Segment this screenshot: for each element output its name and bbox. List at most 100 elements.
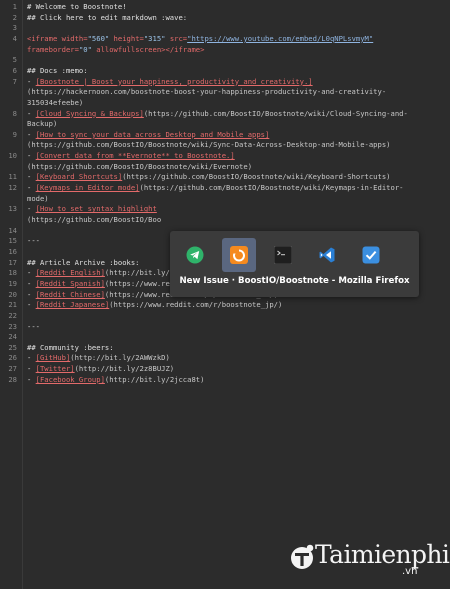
code-token: - bbox=[27, 76, 36, 86]
code-token: mode) bbox=[27, 193, 49, 203]
code-line[interactable]: - [Convert data from **Evernote** to Boo… bbox=[27, 151, 446, 161]
line-number: 20 bbox=[8, 289, 17, 299]
line-number: 3 bbox=[12, 23, 17, 33]
code-token: - bbox=[27, 300, 36, 310]
code-token: <iframe bbox=[27, 33, 62, 43]
code-token: ></iframe> bbox=[161, 44, 205, 54]
markdown-link-text[interactable]: [How to set syntax highlight bbox=[36, 204, 157, 213]
code-line[interactable]: (https://github.com/BoostIO/Boostnote/wi… bbox=[27, 140, 446, 150]
code-token: "315" bbox=[143, 33, 166, 43]
markdown-link-text[interactable]: [Reddit English] bbox=[36, 268, 105, 277]
line-number: 27 bbox=[8, 364, 17, 374]
code-line[interactable]: ## Docs :memo: bbox=[27, 66, 446, 76]
code-line[interactable]: # Welcome to Boostnote! bbox=[27, 2, 446, 12]
markdown-link-text[interactable]: [Twitter] bbox=[36, 364, 75, 373]
code-token: (https://github.com/BoostIO/Boo bbox=[27, 215, 162, 224]
markdown-link-text[interactable]: [Facebook Group] bbox=[36, 375, 105, 384]
code-line[interactable]: ## Community :beers: bbox=[27, 343, 446, 353]
markdown-link-text[interactable]: [Reddit Spanish] bbox=[36, 279, 105, 288]
code-token: Backup) bbox=[27, 119, 58, 129]
code-line[interactable]: 315034efeebe) bbox=[27, 98, 446, 108]
vscode-icon bbox=[319, 247, 335, 263]
markdown-link-text[interactable]: [Keymaps in Editor mode] bbox=[36, 183, 140, 192]
app-switcher-item-telegram[interactable] bbox=[178, 238, 212, 272]
code-line[interactable]: mode) bbox=[27, 194, 446, 204]
line-number: 26 bbox=[8, 353, 17, 363]
code-line[interactable]: - [Facebook Group](http://bit.ly/2jcca8t… bbox=[27, 375, 446, 385]
app-switcher-item-terminal[interactable] bbox=[266, 238, 300, 272]
code-token: (https://www.reddit.com/r/boostnote_jp/) bbox=[109, 300, 283, 310]
code-line[interactable]: - [Boostnote | Boost your happiness, pro… bbox=[27, 77, 446, 87]
code-token: --- bbox=[27, 236, 40, 246]
code-line[interactable]: - [Keymaps in Editor mode](https://githu… bbox=[27, 183, 446, 193]
code-line[interactable]: (https://github.com/BoostIO/Boostnote/wi… bbox=[27, 162, 446, 172]
app-switcher-item-vscode[interactable] bbox=[310, 238, 344, 272]
code-token: ## Docs :memo: bbox=[27, 65, 88, 75]
firefox-icon bbox=[230, 246, 248, 264]
code-line[interactable]: - [GitHub](http://bit.ly/2AWWzkD) bbox=[27, 353, 446, 363]
code-line[interactable]: (https://hackernoon.com/boostnote-boost-… bbox=[27, 87, 446, 97]
line-number: 4 bbox=[12, 33, 17, 43]
watermark-text: Taimienphi bbox=[315, 540, 450, 569]
line-number: 19 bbox=[8, 278, 17, 288]
code-token: ## Click here to edit markdown :wave: bbox=[27, 12, 188, 22]
app-switcher-item-tasks[interactable] bbox=[354, 238, 388, 272]
code-token: (http://bit.ly/2jcca8t) bbox=[104, 374, 205, 384]
code-line[interactable]: - [How to set syntax highlight bbox=[27, 204, 446, 214]
url-text[interactable]: "https://www.youtube.com/embed/L0qNPLsvm… bbox=[187, 34, 373, 43]
code-line[interactable]: - [Cloud Syncing & Backups](https://gith… bbox=[27, 109, 446, 119]
markdown-link-text[interactable]: [Cloud Syncing & Backups] bbox=[36, 109, 144, 118]
line-number: 8 bbox=[12, 108, 17, 118]
code-token: (https://github.com/BoostIO/Boostnote/wi… bbox=[139, 183, 404, 193]
code-token: 315034efeebe) bbox=[27, 97, 84, 107]
code-token: - bbox=[27, 108, 36, 118]
code-line[interactable]: <iframe width="560" height="315" src="ht… bbox=[27, 34, 446, 44]
markdown-link-text[interactable]: [Keyboard Shortcuts] bbox=[36, 172, 123, 181]
line-number: 21 bbox=[8, 300, 17, 310]
code-token: height= bbox=[109, 33, 144, 43]
markdown-link-text[interactable]: [GitHub] bbox=[36, 353, 71, 362]
line-number: 13 bbox=[8, 204, 17, 214]
switcher-window-title: New Issue · BoostIO/Boostnote - Mozilla … bbox=[179, 276, 410, 286]
line-number: 25 bbox=[8, 342, 17, 352]
code-token: - bbox=[27, 364, 36, 374]
markdown-link-text[interactable]: [Boostnote | Boost your happiness, produ… bbox=[36, 77, 313, 86]
gutter-divider bbox=[22, 0, 23, 589]
markdown-link-text[interactable]: [Reddit Japanese] bbox=[36, 300, 110, 309]
code-line[interactable]: frameborder="0" allowfullscreen></iframe… bbox=[27, 45, 446, 55]
line-number: 2 bbox=[12, 12, 17, 22]
code-token: width= bbox=[61, 33, 88, 43]
watermark: Taimienphi .vn bbox=[290, 540, 450, 582]
code-token: - bbox=[27, 151, 36, 161]
code-line[interactable]: Backup) bbox=[27, 119, 446, 129]
code-token: ## Article Archive :books: bbox=[27, 257, 140, 267]
code-line[interactable]: (https://github.com/BoostIO/Boo bbox=[27, 215, 446, 225]
code-line[interactable]: - [How to sync your data across Desktop … bbox=[27, 130, 446, 140]
code-line[interactable]: - [Reddit Japanese](https://www.reddit.c… bbox=[27, 300, 446, 310]
line-number: 11 bbox=[8, 172, 17, 182]
line-number: 7 bbox=[12, 76, 17, 86]
line-number: 12 bbox=[8, 183, 17, 193]
app-switcher: New Issue · BoostIO/Boostnote - Mozilla … bbox=[170, 231, 419, 297]
code-token: - bbox=[27, 204, 36, 214]
code-line[interactable]: - [Keyboard Shortcuts](https://github.co… bbox=[27, 172, 446, 182]
watermark-domain: .vn bbox=[402, 566, 418, 577]
code-token: frameborder= bbox=[27, 44, 79, 54]
line-number: 15 bbox=[8, 236, 17, 246]
markdown-link-text[interactable]: [Reddit Chinese] bbox=[36, 290, 105, 299]
markdown-link-text[interactable]: [Convert data from **Evernote** to Boost… bbox=[36, 151, 235, 160]
code-line[interactable]: --- bbox=[27, 322, 446, 332]
line-number: 1 bbox=[12, 2, 17, 11]
code-line[interactable]: - [Twitter](http://bit.ly/2z8BUJZ) bbox=[27, 364, 446, 374]
line-number-gutter: 1 2 3 4 5 6 7 8 9 10 11 12 13 14 15 16 17 18 19 20 21 22 23 24 2… bbox=[0, 0, 22, 589]
app-switcher-item-firefox[interactable] bbox=[222, 238, 256, 272]
line-number: 23 bbox=[8, 321, 17, 331]
code-token: - bbox=[27, 278, 36, 288]
code-token: ## Community :beers: bbox=[27, 342, 114, 352]
line-number: 18 bbox=[8, 268, 17, 278]
markdown-link-text[interactable]: [How to sync your data across Desktop an… bbox=[36, 130, 270, 139]
checkbox-app-icon bbox=[362, 246, 380, 264]
line-number: 6 bbox=[12, 65, 17, 75]
code-line[interactable]: ## Click here to edit markdown :wave: bbox=[27, 13, 446, 23]
code-token: - bbox=[27, 183, 36, 193]
